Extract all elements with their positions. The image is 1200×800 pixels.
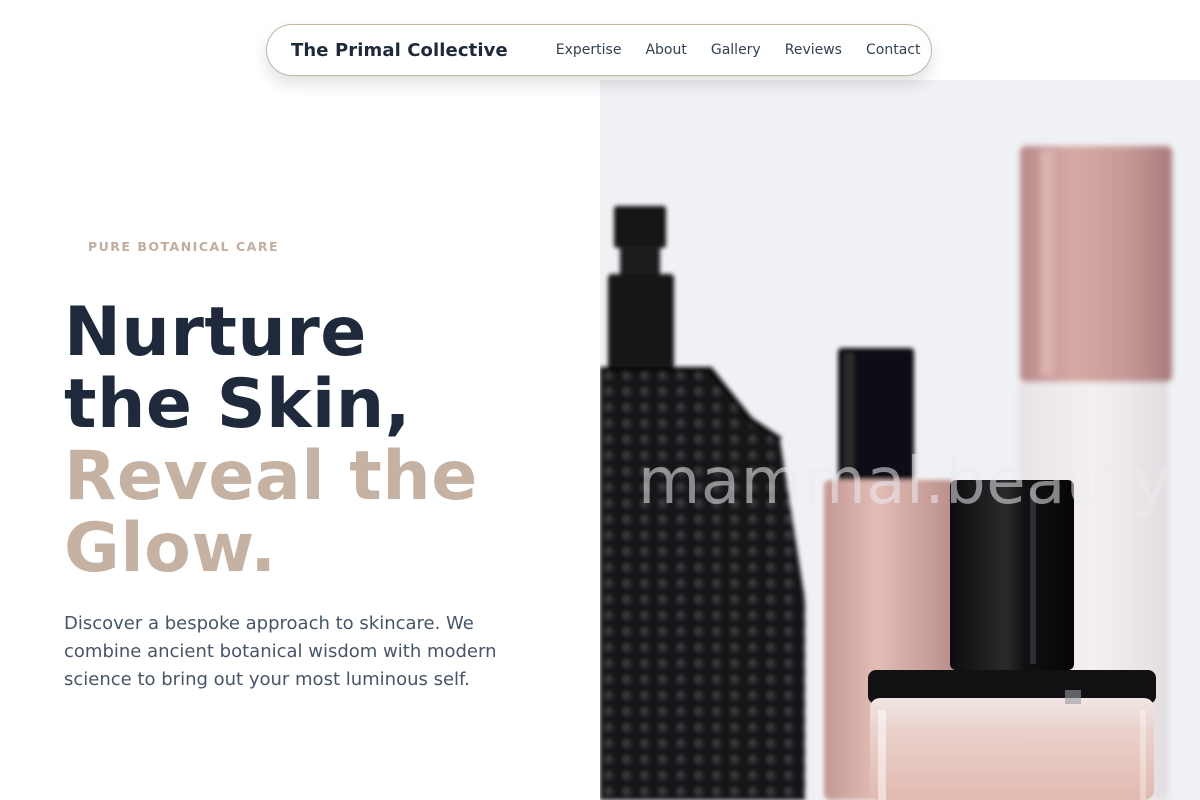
hero-image: mammal.beauty (600, 80, 1200, 800)
nav-link-contact[interactable]: Contact (866, 42, 920, 58)
image-watermark: mammal.beauty (638, 445, 1171, 519)
headline-line-4: Glow. (64, 509, 277, 588)
perfume-bottles-illustration (600, 80, 1200, 800)
nav-link-reviews[interactable]: Reviews (785, 42, 842, 58)
nav-link-expertise[interactable]: Expertise (556, 42, 622, 58)
page: The Primal Collective Expertise About Ga… (0, 0, 1200, 800)
headline-line-3: Reveal the (64, 437, 478, 516)
hero-eyebrow: PURE BOTANICAL CARE (88, 239, 279, 254)
nav-link-about[interactable]: About (645, 42, 686, 58)
hero-description: Discover a bespoke approach to skincare.… (64, 613, 497, 690)
nav-link-gallery[interactable]: Gallery (711, 42, 761, 58)
headline-line-1: Nurture (64, 293, 367, 372)
top-nav: The Primal Collective Expertise About Ga… (266, 24, 932, 76)
hero-headline: Nurture the Skin, Reveal the Glow. (64, 297, 478, 585)
brand-logo[interactable]: The Primal Collective (291, 40, 508, 61)
headline-line-2: the Skin, (64, 365, 411, 444)
nav-links: Expertise About Gallery Reviews Contact (556, 42, 921, 58)
